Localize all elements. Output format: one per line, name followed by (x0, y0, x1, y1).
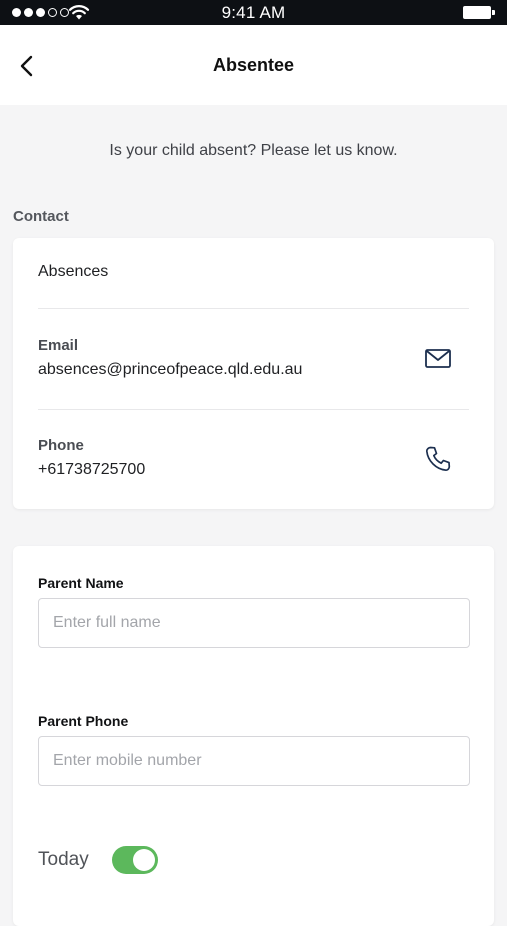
today-toggle[interactable] (112, 846, 158, 874)
page-title: Absentee (212, 55, 295, 75)
intro-text: Is your child absent? Please let us know… (109, 142, 398, 159)
today-label: Today (38, 849, 89, 870)
section-title-contact: Contact (13, 208, 69, 225)
parent-phone-input[interactable] (38, 736, 470, 786)
phone-value: +61738725700 (38, 461, 146, 478)
mail-icon[interactable] (424, 345, 452, 373)
status-time: 9:41 AM (221, 3, 286, 22)
absence-form: Parent Name Parent Phone Today (13, 546, 494, 926)
email-row[interactable]: Email absences@princeofpeace.qld.edu.au (38, 309, 469, 409)
toggle-knob (133, 849, 155, 871)
phone-label: Phone (38, 437, 84, 454)
parent-name-label: Parent Name (38, 575, 124, 591)
contact-card: Absences Email absences@princeofpeace.ql… (13, 238, 494, 509)
parent-name-input[interactable] (38, 598, 470, 648)
email-label: Email (38, 337, 79, 354)
parent-phone-label: Parent Phone (38, 713, 129, 729)
email-value: absences@princeofpeace.qld.edu.au (38, 361, 303, 378)
nav-bar: Absentee (0, 25, 507, 105)
phone-row[interactable]: Phone +61738725700 (38, 410, 469, 509)
contact-heading-row: Absences (38, 238, 469, 308)
contact-heading: Absences (38, 263, 109, 280)
battery-icon (463, 6, 495, 19)
status-bar: 9:41 AM (0, 0, 507, 25)
phone-icon[interactable] (424, 445, 452, 473)
